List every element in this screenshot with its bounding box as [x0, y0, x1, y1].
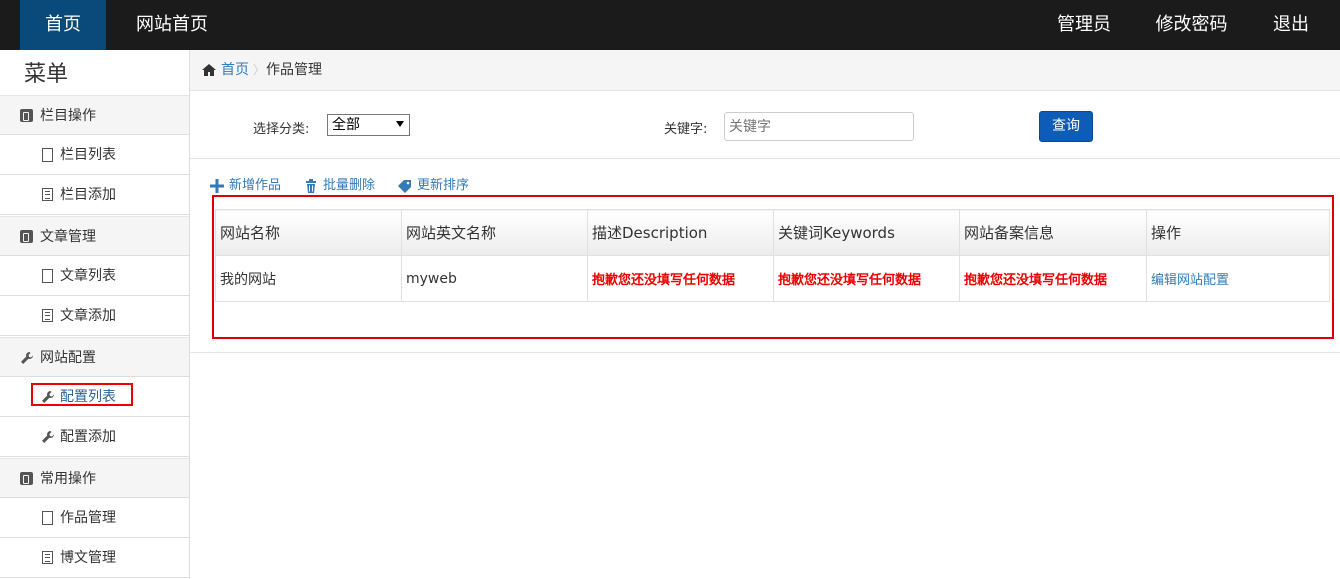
sidebar-group-column-ops[interactable]: 栏目操作 [0, 95, 189, 135]
sidebar-item-blog[interactable]: 博文管理 [0, 538, 189, 578]
category-select-value: 全部 [332, 117, 360, 133]
cell-keywords: 抱歉您还没填写任何数据 [773, 255, 960, 302]
sidebar-item-article-add[interactable]: 文章添加 [0, 296, 189, 336]
chevron-right-icon: 〉 [253, 63, 266, 77]
cell-description: 抱歉您还没填写任何数据 [587, 255, 774, 302]
sidebar-item-config-add[interactable]: 配置添加 [0, 417, 189, 457]
sidebar-group-label: 文章管理 [40, 229, 96, 245]
sidebar-group-label: 常用操作 [40, 471, 96, 487]
file-icon [42, 511, 53, 525]
batch-delete-label: 批量删除 [323, 178, 376, 193]
sidebar-item-label: 配置添加 [60, 429, 116, 445]
data-table: 网站名称 网站英文名称 描述Description 关键词Keywords 网站… [215, 209, 1330, 302]
section-divider [190, 352, 1340, 353]
nav-logout[interactable]: 退出 [1262, 0, 1320, 50]
category-label: 选择分类: [253, 122, 310, 137]
sidebar-item-label: 博文管理 [60, 550, 116, 566]
sidebar-item-label: 文章列表 [60, 268, 116, 284]
list-alt-icon [42, 309, 53, 322]
table-header-row: 网站名称 网站英文名称 描述Description 关键词Keywords 网站… [215, 209, 1330, 256]
sidebar-group-label: 网站配置 [40, 350, 96, 366]
breadcrumb: 首页 〉 作品管理 [190, 50, 1340, 91]
filter-bar: 选择分类: 全部 关键字: 查询 [190, 91, 1340, 159]
bookmark-icon [20, 472, 33, 485]
keyword-label: 关键字: [664, 122, 708, 137]
sidebar-item-column-add[interactable]: 栏目添加 [0, 175, 189, 215]
sidebar-item-label: 文章添加 [60, 308, 116, 324]
caret-down-icon [396, 121, 404, 127]
sidebar-group-article[interactable]: 文章管理 [0, 216, 189, 256]
sidebar-item-article-list[interactable]: 文章列表 [0, 256, 189, 296]
nav-change-password[interactable]: 修改密码 [1141, 0, 1242, 50]
table-row: 我的网站 myweb 抱歉您还没填写任何数据 抱歉您还没填写任何数据 抱歉您还没… [215, 255, 1330, 302]
query-button[interactable]: 查询 [1039, 111, 1093, 142]
breadcrumb-home-link[interactable]: 首页 [221, 50, 249, 91]
file-icon [42, 269, 53, 283]
edit-site-config-link[interactable]: 编辑网站配置 [1146, 255, 1330, 302]
list-alt-icon [42, 188, 53, 201]
sidebar-item-label: 栏目添加 [60, 187, 116, 203]
cell-icp-info: 抱歉您还没填写任何数据 [959, 255, 1147, 302]
cell-site-english-name: myweb [401, 255, 588, 302]
sidebar-item-label: 作品管理 [60, 510, 116, 526]
bookmark-icon [20, 109, 33, 122]
header-site-name: 网站名称 [215, 209, 402, 256]
header-keywords: 关键词Keywords [773, 209, 960, 256]
bookmark-icon [20, 230, 33, 243]
sidebar-title: 菜单 [24, 62, 69, 87]
sidebar-group-common-ops[interactable]: 常用操作 [0, 458, 189, 498]
sidebar-item-works[interactable]: 作品管理 [0, 498, 189, 538]
add-work-label: 新增作品 [229, 178, 282, 193]
nav-admin[interactable]: 管理员 [1045, 0, 1123, 50]
tag-icon [398, 180, 411, 193]
nav-site-home[interactable]: 网站首页 [120, 0, 224, 50]
file-icon [42, 148, 53, 162]
wrench-icon [42, 431, 54, 443]
header-description: 描述Description [587, 209, 774, 256]
update-sort-label: 更新排序 [417, 178, 470, 193]
header-site-english-name: 网站英文名称 [401, 209, 588, 256]
active-item-highlight [31, 383, 133, 406]
sidebar-item-label: 栏目列表 [60, 147, 116, 163]
list-alt-icon [42, 551, 53, 564]
top-navbar: 首页 网站首页 管理员 修改密码 退出 [0, 0, 1340, 50]
header-icp-info: 网站备案信息 [959, 209, 1147, 256]
trash-icon [306, 179, 316, 193]
sidebar-group-site-config[interactable]: 网站配置 [0, 337, 189, 377]
wrench-icon [21, 352, 33, 364]
data-table-wrapper: 网站名称 网站英文名称 描述Description 关键词Keywords 网站… [215, 209, 1330, 302]
category-select[interactable]: 全部 [327, 114, 410, 136]
nav-home[interactable]: 首页 [20, 0, 106, 50]
sidebar-item-column-list[interactable]: 栏目列表 [0, 135, 189, 175]
cell-site-name: 我的网站 [215, 255, 402, 302]
sidebar-group-label: 栏目操作 [40, 108, 96, 124]
sidebar: 菜单 栏目操作 栏目列表 栏目添加 文章管理 文章列表 文章添加 网站配置 配置… [0, 50, 190, 579]
plus-icon [210, 179, 224, 193]
header-actions: 操作 [1146, 209, 1330, 256]
home-icon [202, 64, 216, 76]
main-content: 首页 〉 作品管理 选择分类: 全部 关键字: 查询 新增作品 批量删除 [190, 50, 1340, 579]
breadcrumb-current: 作品管理 [266, 62, 322, 78]
keyword-input[interactable] [724, 112, 914, 141]
